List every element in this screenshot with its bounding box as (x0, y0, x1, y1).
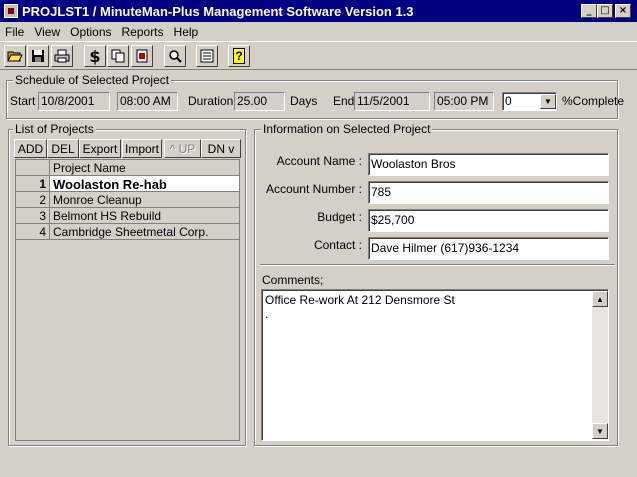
account-name-label: Account Name : (276, 154, 362, 168)
table-row[interactable]: Monroe Cleanup (50, 192, 240, 208)
dollar-icon: $ (89, 46, 101, 66)
account-number-label: Account Number : (265, 182, 362, 196)
contact-label: Contact : (313, 238, 362, 252)
budget-field[interactable]: $25,700 (368, 209, 609, 232)
copy-icon (111, 49, 125, 63)
duration-label: Duration: (188, 94, 237, 108)
budget-button[interactable]: $ (84, 45, 106, 67)
move-down-button[interactable]: DN v (201, 139, 241, 158)
end-time-field[interactable]: 05:00 PM (434, 92, 494, 111)
arrow-down-icon: ▼ (596, 426, 604, 436)
row-number[interactable]: 2 (16, 192, 50, 208)
help-icon: ? (233, 48, 245, 64)
menu-help[interactable]: Help (169, 25, 204, 39)
account-name-field[interactable]: Woolaston Bros (368, 153, 609, 176)
menu-reports[interactable]: Reports (117, 25, 169, 39)
comments-line-2: . (265, 307, 269, 321)
close-button[interactable]: × (615, 4, 631, 18)
menu-bar: File View Options Reports Help (0, 22, 637, 41)
table-row[interactable]: Woolaston Re-hab (50, 176, 240, 192)
complete-label: %Complete (562, 94, 625, 108)
end-label: End (333, 94, 355, 108)
schedule-group-label: Schedule of Selected Project (13, 73, 172, 87)
copy-button[interactable] (107, 45, 129, 67)
scroll-up-button[interactable]: ▲ (592, 291, 608, 307)
divider (260, 264, 615, 266)
start-date-field[interactable]: 10/8/2001 (38, 92, 110, 111)
table-row[interactable]: Belmont HS Rebuild (50, 208, 240, 224)
contact-field[interactable]: Dave Hilmer (617)936-1234 (368, 237, 609, 260)
comments-label: Comments; (262, 273, 324, 287)
chevron-down-icon: ▼ (544, 97, 552, 106)
move-up-button[interactable]: ^ UP (164, 139, 201, 158)
project-name-header[interactable]: Project Name (50, 160, 240, 176)
window-title: PROJLST1 / MinuteMan-Plus Management Sof… (22, 3, 414, 19)
help-button[interactable]: ? (228, 45, 250, 67)
report-button[interactable] (196, 45, 218, 67)
minimize-button[interactable]: _ (581, 4, 597, 18)
toolbar: $ ? (0, 41, 637, 70)
print-button[interactable] (51, 45, 73, 67)
save-icon (32, 50, 44, 62)
export-button[interactable]: Export (79, 139, 121, 158)
open-icon (7, 51, 23, 62)
budget-label: Budget : (317, 210, 362, 224)
scroll-down-button[interactable]: ▼ (592, 423, 608, 439)
comments-textarea[interactable]: Office Re-work At 212 Densmore St . ▲ ▼ (261, 289, 609, 441)
table-corner (16, 160, 50, 176)
days-label: Days (290, 94, 318, 108)
arrow-up-icon: ▲ (596, 294, 604, 304)
comments-line-1: Office Re-work At 212 Densmore St (265, 293, 455, 307)
maximize-button[interactable]: □ (597, 4, 613, 18)
projects-group-label: List of Projects (13, 122, 96, 136)
save-button[interactable] (27, 45, 49, 67)
row-number[interactable]: 3 (16, 208, 50, 224)
menu-file[interactable]: File (0, 25, 29, 39)
zoom-button[interactable] (164, 45, 186, 67)
open-button[interactable] (4, 45, 26, 67)
duration-field[interactable]: 25.00 (234, 92, 285, 111)
delete-button[interactable] (131, 45, 153, 67)
title-bar: PROJLST1 / MinuteMan-Plus Management Sof… (0, 0, 637, 22)
menu-options[interactable]: Options (65, 25, 116, 39)
import-button[interactable]: Import (122, 139, 162, 158)
info-group-label: Information on Selected Project (261, 122, 433, 136)
table-row[interactable]: Cambridge Sheetmetal Corp. (50, 224, 240, 240)
row-number[interactable]: 4 (16, 224, 50, 240)
delete-icon (136, 49, 148, 63)
del-button[interactable]: DEL (47, 139, 79, 158)
menu-view[interactable]: View (29, 25, 65, 39)
comments-scrollbar[interactable]: ▲ ▼ (592, 291, 608, 439)
print-icon (54, 49, 70, 63)
app-icon[interactable] (4, 4, 18, 18)
row-number[interactable]: 1 (16, 176, 50, 192)
complete-dropdown-button[interactable]: ▼ (540, 94, 556, 109)
projects-table: Project Name 1 Woolaston Re-hab 2 Monroe… (15, 159, 240, 441)
complete-value: 0 (505, 94, 512, 108)
report-icon (200, 49, 214, 63)
start-time-field[interactable]: 08:00 AM (117, 92, 178, 111)
account-number-field[interactable]: 785 (368, 181, 609, 204)
add-button[interactable]: ADD (14, 139, 47, 158)
end-date-field[interactable]: 11/5/2001 (354, 92, 430, 111)
table-empty-area (16, 240, 239, 440)
zoom-icon (169, 50, 182, 63)
